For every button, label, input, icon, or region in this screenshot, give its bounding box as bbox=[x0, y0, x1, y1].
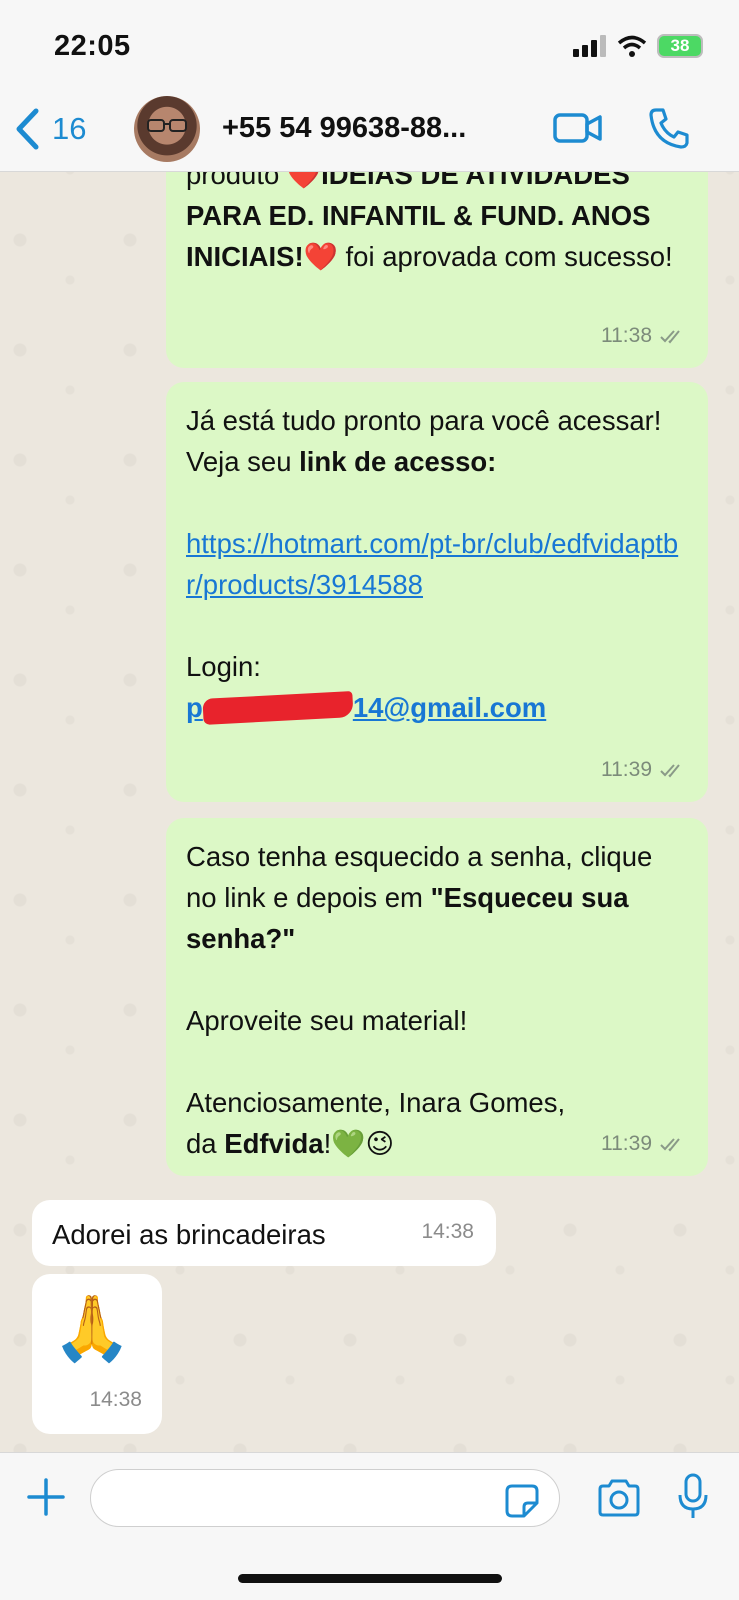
microphone-icon bbox=[678, 1473, 708, 1518]
contact-name[interactable]: +55 54 99638-88... bbox=[222, 112, 532, 145]
video-call-button[interactable] bbox=[552, 108, 604, 153]
camera-button[interactable] bbox=[596, 1479, 642, 1522]
message-bubble-incoming[interactable]: 🙏 14:38 bbox=[32, 1274, 162, 1434]
message-meta: 11:38 bbox=[601, 315, 686, 356]
message-text: Aproveite seu material! bbox=[186, 1005, 468, 1036]
message-text: Caso tenha esquecido a senha, clique no … bbox=[186, 841, 653, 954]
signal-icon bbox=[573, 35, 606, 57]
wifi-icon bbox=[617, 35, 647, 57]
chevron-left-icon bbox=[16, 108, 39, 150]
message-time: 14:38 bbox=[421, 1220, 474, 1243]
message-meta: 11:39 bbox=[601, 1123, 686, 1164]
green-heart-emoji-icon: 💚 bbox=[331, 1128, 366, 1159]
access-link[interactable]: https://hotmart.com/pt-br/club/edfvidapt… bbox=[186, 528, 678, 600]
double-check-icon bbox=[660, 763, 680, 777]
message-meta: 11:39 bbox=[601, 749, 686, 790]
back-button[interactable]: 16 bbox=[14, 108, 86, 150]
heart-emoji-icon: ❤️ bbox=[303, 241, 338, 272]
message-bubble-outgoing[interactable]: Já está tudo pronto para você acessar! V… bbox=[166, 382, 708, 802]
redaction-mark bbox=[202, 691, 354, 725]
unread-count: 16 bbox=[52, 111, 87, 146]
status-time: 22:05 bbox=[54, 30, 131, 62]
status-bar: 22:05 38 bbox=[0, 0, 739, 92]
battery-indicator: 38 bbox=[657, 34, 703, 58]
message-time: 11:38 bbox=[601, 324, 652, 347]
login-label: Login: bbox=[186, 651, 261, 682]
message-text: produto ❤️IDEIAS DE ATIVIDADES PARA ED. … bbox=[186, 159, 673, 272]
phone-icon bbox=[649, 108, 689, 149]
message-time: 14:38 bbox=[89, 1388, 142, 1411]
email-link[interactable]: p 14@gmail.com bbox=[186, 687, 688, 728]
microphone-button[interactable] bbox=[676, 1473, 710, 1526]
chat-header: 16 +55 54 99638-88... bbox=[0, 92, 739, 172]
message-time: 11:39 bbox=[601, 1132, 652, 1155]
message-input[interactable] bbox=[90, 1469, 560, 1527]
double-check-icon bbox=[660, 1137, 680, 1151]
avatar[interactable] bbox=[134, 96, 200, 162]
double-check-icon bbox=[660, 329, 680, 343]
attach-button[interactable] bbox=[26, 1477, 66, 1522]
message-time: 11:39 bbox=[601, 758, 652, 781]
glasses-icon bbox=[147, 119, 187, 132]
message-bubble-outgoing[interactable]: Caso tenha esquecido a senha, clique no … bbox=[166, 818, 708, 1176]
sticker-icon bbox=[505, 1484, 539, 1518]
camera-icon bbox=[598, 1479, 640, 1517]
message-bubble-incoming[interactable]: Adorei as brincadeiras 14:38 bbox=[32, 1200, 496, 1266]
voice-call-button[interactable] bbox=[648, 106, 690, 155]
message-text: Adorei as brincadeiras bbox=[52, 1219, 326, 1250]
video-camera-icon bbox=[553, 113, 602, 143]
winking-face-emoji-icon: 😉 bbox=[365, 1128, 395, 1159]
plus-icon bbox=[27, 1478, 65, 1516]
home-indicator[interactable] bbox=[238, 1574, 502, 1583]
sticker-button[interactable] bbox=[504, 1483, 540, 1524]
praying-hands-emoji-icon: 🙏 bbox=[52, 1292, 132, 1364]
message-text: Já está tudo pronto para você acessar! V… bbox=[186, 405, 662, 477]
